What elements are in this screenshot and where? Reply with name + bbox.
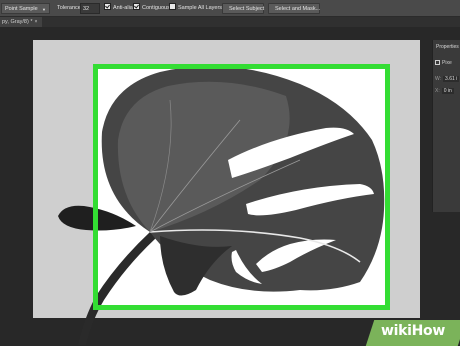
pixel-layer-label: Pixe <box>442 60 452 66</box>
width-label: W: <box>435 76 442 82</box>
properties-panel-title: Properties <box>436 44 459 50</box>
width-input[interactable]: 3.61 i <box>443 76 460 82</box>
x-input[interactable]: 0 in <box>441 88 454 94</box>
properties-panel: Properties Pixe W: 3.61 i X: 0 in <box>432 40 460 212</box>
pixel-layer-row[interactable]: Pixe <box>435 60 452 66</box>
pixel-layer-icon <box>435 60 440 65</box>
watermark-text: wikiHow <box>381 323 446 339</box>
width-row: W: 3.61 i <box>435 76 460 82</box>
x-label: X: <box>435 88 440 94</box>
selection-rectangle[interactable] <box>93 64 390 310</box>
x-row: X: 0 in <box>435 88 454 94</box>
